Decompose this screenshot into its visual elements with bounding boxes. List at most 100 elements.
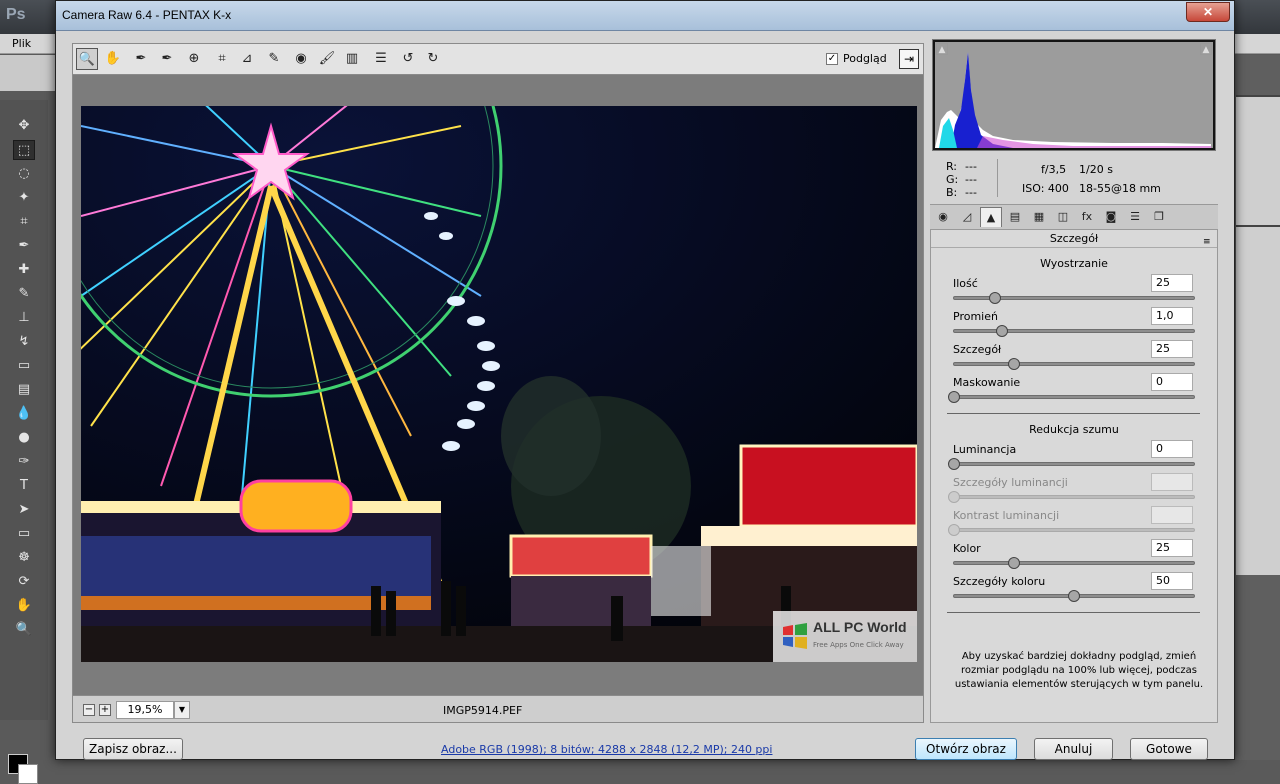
noise-slider-thumb[interactable] [1008,557,1020,569]
done-button[interactable]: Gotowe [1130,738,1208,760]
type-tool-icon[interactable]: T [13,476,35,496]
zoom-level-field[interactable]: 19,5% [116,701,174,719]
fullscreen-toggle-icon[interactable]: ⇥ [899,49,919,69]
section-divider [947,612,1200,613]
tab-tone-curve-icon[interactable]: ◿ [956,207,978,227]
noise-slider-track[interactable] [953,590,1195,602]
noise-slider-thumb[interactable] [948,458,960,470]
sharpening-slider-thumb[interactable] [996,325,1008,337]
rgb-exif-readout: R: --- G: --- B: --- f/3,5 1/20 s ISO: 4… [932,153,1216,203]
noise-slider-track[interactable] [953,557,1195,569]
noise-slider-label: Szczegóły luminancji [953,476,1068,489]
lens: 18-55@18 mm [1079,182,1161,195]
camera-raw-dialog: Camera Raw 6.4 - PENTAX K-x ✕ 🔍 ✋ ✒ ✒ ⊕ … [55,0,1235,760]
hand-tool-icon[interactable]: ✋ [13,596,35,616]
3d-orbit-tool-icon[interactable]: ⟳ [13,572,35,592]
cancel-button[interactable]: Anuluj [1034,738,1113,760]
tab-camera-calibration-icon[interactable]: ◙ [1100,207,1122,227]
sharpening-slider-thumb[interactable] [948,391,960,403]
background-color-swatch[interactable] [18,764,38,784]
blur-tool-icon[interactable]: 💧 [13,404,35,424]
sharpening-slider-value-field[interactable]: 1,0 [1151,307,1193,325]
3d-rotate-tool-icon[interactable]: ☸ [13,548,35,568]
sharpening-slider-value-field[interactable]: 25 [1151,274,1193,292]
spot-removal-tool-icon[interactable]: ✎ [263,48,285,70]
sharpening-slider-track[interactable] [953,358,1195,370]
brush-tool-icon[interactable]: ✎ [13,284,35,304]
eyedropper-tool-icon[interactable]: ✒ [13,236,35,256]
tab-hsl-icon[interactable]: ▤ [1004,207,1026,227]
workflow-options-link[interactable]: Adobe RGB (1998); 8 bitów; 4288 x 2848 (… [441,743,772,756]
quick-select-tool-icon[interactable]: ✦ [13,188,35,208]
tab-effects-icon[interactable]: fx [1076,207,1098,227]
right-panel-middle [1236,225,1280,575]
aperture: f/3,5 [1041,163,1067,176]
shadow-clipping-warning-icon[interactable]: ▲ [936,43,948,55]
adjustment-brush-icon[interactable]: 🖌 [316,48,338,70]
pen-tool-icon[interactable]: ✑ [13,452,35,472]
sharpening-slider-label: Maskowanie [953,376,1021,389]
tab-detail-icon[interactable]: ▲ [980,207,1002,227]
healing-tool-icon[interactable]: ✚ [13,260,35,280]
sharpening-slider-track[interactable] [948,391,1195,403]
tab-presets-icon[interactable]: ☰ [1124,207,1146,227]
noise-slider-value-field[interactable]: 50 [1151,572,1193,590]
dodge-tool-icon[interactable]: ● [13,428,35,448]
preview-label: Podgląd [843,52,887,65]
crop-tool-icon[interactable]: ⌗ [211,48,233,70]
photo-preview[interactable]: ALL PC World Free Apps One Click Away [81,106,917,662]
panel-menu-icon[interactable]: ≡ [1203,233,1211,251]
white-balance-tool-icon[interactable]: ✒ [130,48,152,70]
stamp-tool-icon[interactable]: ⊥ [13,308,35,328]
watermark: ALL PC World Free Apps One Click Away [773,611,917,662]
sharpening-slider-track[interactable] [953,325,1195,337]
preferences-icon[interactable]: ☰ [370,48,392,70]
rotate-left-icon[interactable]: ↺ [397,48,419,70]
menu-file[interactable]: Plik [12,37,31,50]
hand-tool-icon[interactable]: ✋ [102,48,124,70]
crop-tool-icon[interactable]: ⌗ [13,212,35,232]
save-image-button[interactable]: Zapisz obraz... [83,738,183,760]
right-panel-top [1236,95,1280,225]
sharpening-section-title: Wyostrzanie [1040,257,1108,270]
b-value: --- [965,186,977,199]
sharpening-slider-value-field[interactable]: 0 [1151,373,1193,391]
path-select-tool-icon[interactable]: ➤ [13,500,35,520]
close-button[interactable]: ✕ [1186,2,1230,22]
color-sampler-tool-icon[interactable]: ✒ [156,48,178,70]
marquee-tool-icon[interactable]: ⬚ [13,140,35,160]
zoom-tool-icon[interactable]: 🔍 [13,620,35,640]
noise-slider-thumb[interactable] [1068,590,1080,602]
history-brush-icon[interactable]: ↯ [13,332,35,352]
tab-snapshots-icon[interactable]: ❐ [1148,207,1170,227]
sharpening-slider-track[interactable] [953,292,1195,304]
tab-basic-icon[interactable]: ◉ [932,207,954,227]
noise-slider-track[interactable] [948,458,1195,470]
graduated-filter-icon[interactable]: ▥ [341,48,363,70]
zoom-out-button[interactable]: − [83,704,95,716]
move-tool-icon[interactable]: ✥ [13,116,35,136]
straighten-tool-icon[interactable]: ⊿ [236,48,258,70]
zoom-dropdown-icon[interactable]: ▼ [174,701,190,719]
zoom-tool-icon[interactable]: 🔍 [76,48,98,70]
noise-slider-value-field[interactable]: 0 [1151,440,1193,458]
lasso-tool-icon[interactable]: ◌ [13,164,35,184]
noise-slider-value-field[interactable]: 25 [1151,539,1193,557]
targeted-adjustment-tool-icon[interactable]: ⊕ [183,48,205,70]
gradient-tool-icon[interactable]: ▤ [13,380,35,400]
highlight-clipping-warning-icon[interactable]: ▲ [1200,43,1212,55]
sharpening-slider-thumb[interactable] [1008,358,1020,370]
zoom-in-button[interactable]: + [99,704,111,716]
sharpening-slider-value-field[interactable]: 25 [1151,340,1193,358]
tab-lens-corrections-icon[interactable]: ◫ [1052,207,1074,227]
sharpening-slider-thumb[interactable] [988,292,1001,304]
red-eye-tool-icon[interactable]: ◉ [290,48,312,70]
shape-tool-icon[interactable]: ▭ [13,524,35,544]
rotate-right-icon[interactable]: ↻ [422,48,444,70]
preview-checkbox[interactable]: ✓ [826,53,838,65]
image-preview-area[interactable]: ALL PC World Free Apps One Click Away [72,75,924,695]
eraser-tool-icon[interactable]: ▭ [13,356,35,376]
open-image-button[interactable]: Otwórz obraz [915,738,1017,760]
b-label: B: [946,186,958,199]
tab-split-toning-icon[interactable]: ▦ [1028,207,1050,227]
